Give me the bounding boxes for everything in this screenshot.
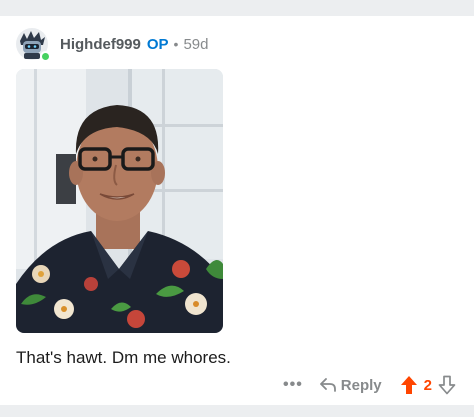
- comment-age: 59d: [183, 35, 209, 53]
- downvote-button[interactable]: [438, 375, 456, 395]
- arrow-down-icon: [438, 375, 456, 395]
- upvote-button[interactable]: [400, 375, 418, 395]
- op-badge: OP: [146, 35, 169, 53]
- arrow-up-icon: [400, 376, 417, 394]
- reply-arrow-icon: [319, 378, 336, 392]
- photo-illustration: [16, 69, 223, 333]
- comment-header: Highdef999 OP • 59d: [15, 26, 208, 62]
- comment-body: That's hawt. Dm me whores.: [16, 348, 231, 367]
- author-username[interactable]: Highdef999: [60, 36, 141, 53]
- reply-label: Reply: [340, 376, 382, 394]
- bottom-separator: [0, 405, 474, 417]
- comment-image[interactable]: [16, 69, 223, 333]
- top-separator: [0, 0, 474, 16]
- comment: Highdef999 OP • 59d That's hawt. Dm me w…: [0, 16, 474, 405]
- reply-button[interactable]: Reply: [319, 377, 382, 394]
- avatar[interactable]: [15, 27, 51, 62]
- vote-controls: 2: [400, 375, 456, 395]
- online-status-indicator: [40, 51, 51, 62]
- vote-score: 2: [423, 376, 432, 394]
- meta-separator: •: [173, 36, 179, 52]
- comment-actions: ••• Reply 2: [283, 372, 456, 398]
- more-options-button[interactable]: •••: [283, 376, 303, 394]
